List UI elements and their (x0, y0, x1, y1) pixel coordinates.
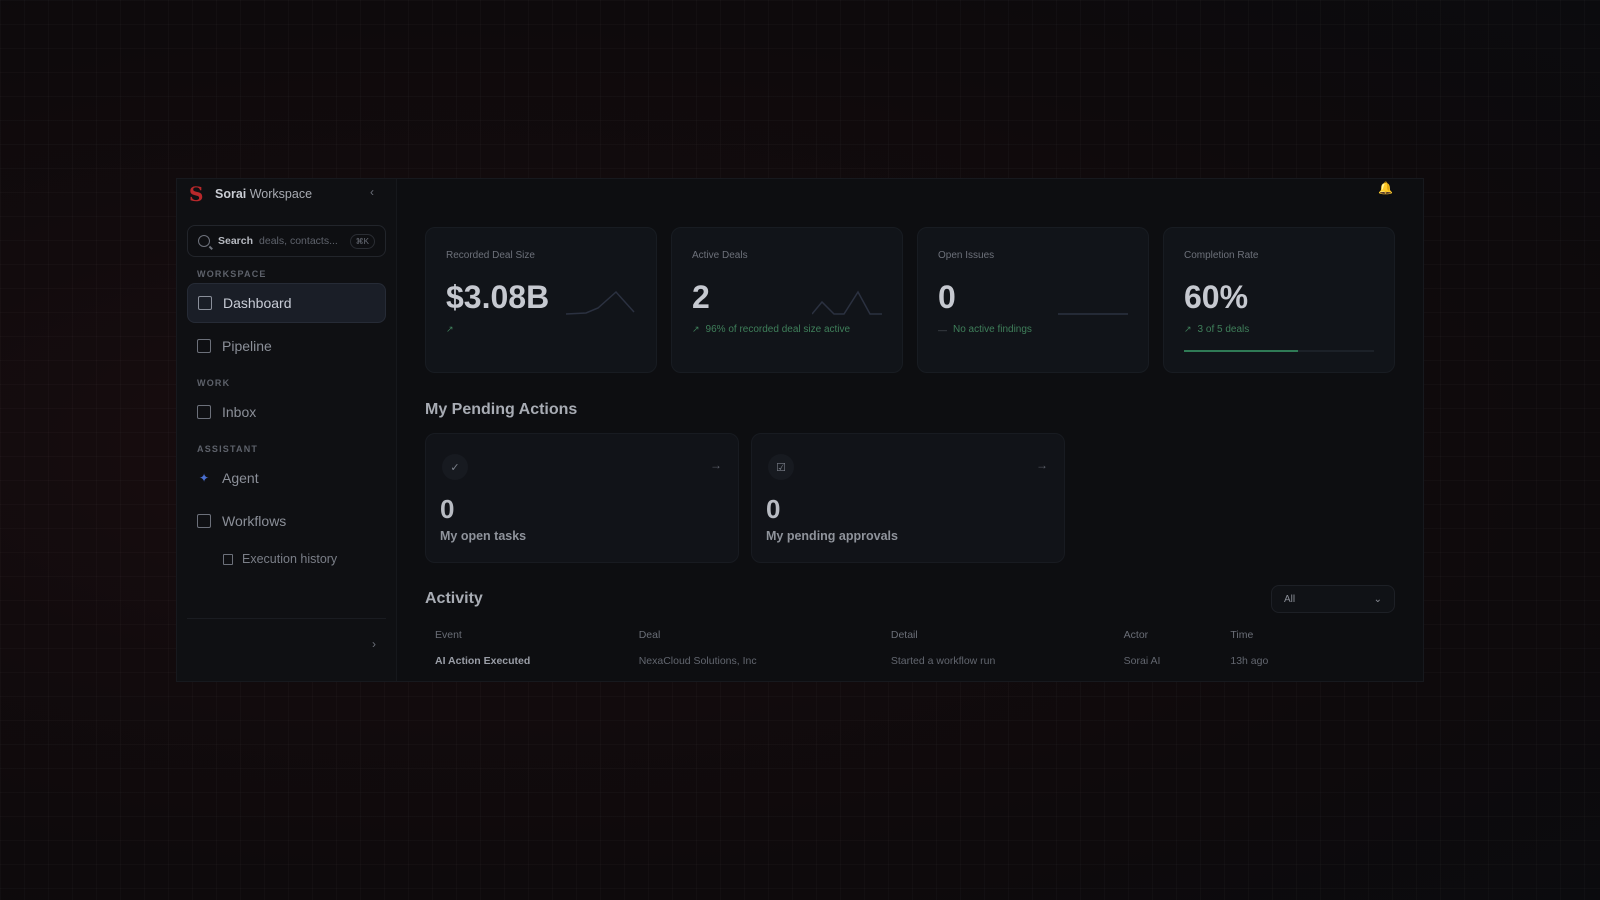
chevron-left-icon[interactable]: ‹ (370, 185, 374, 199)
sparkle-icon: ✦ (198, 471, 210, 485)
sidebar: S Sorai Workspace ‹ Search deals, contac… (177, 179, 397, 681)
briefcase-icon (197, 339, 211, 353)
brand: S Sorai Workspace ‹ (187, 181, 386, 207)
chevron-right-icon[interactable]: › (372, 637, 376, 651)
sidebar-item-agent[interactable]: ✦ Agent (187, 458, 386, 498)
section-label-work: WORK (197, 378, 231, 388)
workspace-name: Sorai Workspace (215, 187, 313, 201)
table-row[interactable]: AI Action Executed NexaCloud Solutions, … (425, 647, 1395, 675)
sparkline-chart (1058, 313, 1128, 315)
column-header[interactable]: Actor (1114, 623, 1221, 647)
app-window: S Sorai Workspace ‹ Search deals, contac… (176, 178, 1424, 682)
trend-up-icon: ↗ (446, 324, 454, 334)
trend-up-icon: ↗ (692, 324, 700, 334)
column-header[interactable]: Time (1220, 623, 1395, 647)
cell-actor: Sorai AI (1123, 655, 1161, 667)
sparkline-chart (566, 290, 635, 315)
activity-filter-select[interactable]: All ⌄ (1271, 585, 1395, 613)
pending-card-approvals[interactable]: ☑ → 0 My pending approvals (751, 433, 1065, 563)
stats-row: Recorded Deal Size $3.08B ↗ Active Deals… (425, 227, 1395, 373)
stat-card-deal-size[interactable]: Recorded Deal Size $3.08B ↗ (425, 227, 657, 373)
search-icon (198, 235, 210, 247)
sidebar-item-pipeline[interactable]: Pipeline (187, 326, 386, 366)
table-header-row: Event Deal Detail Actor Time (425, 623, 1395, 647)
pending-actions: ✓ → 0 My open tasks ☑ → 0 My pending app… (425, 433, 1395, 563)
sidebar-item-workflows[interactable]: Workflows (187, 501, 386, 541)
chevron-down-icon: ⌄ (1373, 593, 1382, 605)
clipboard-check-icon: ☑ (768, 454, 794, 480)
cell-time: 13h ago (1230, 655, 1269, 667)
dash-icon: — (938, 324, 947, 335)
cell-event: AI Action Executed (435, 655, 531, 667)
completion-progress-bar (1184, 350, 1374, 352)
column-header[interactable]: Deal (629, 623, 881, 647)
stat-card-active-deals[interactable]: Active Deals 2 ↗ 96% of recorded deal siz… (671, 227, 903, 373)
cell-detail: Started a workflow run (890, 655, 996, 667)
inbox-icon (197, 405, 211, 419)
column-header[interactable]: Detail (881, 623, 1114, 647)
cell-deal: NexaCloud Solutions, Inc (638, 655, 757, 667)
pending-actions-title: My Pending Actions (425, 401, 578, 418)
sorai-logo-icon: S (189, 182, 204, 206)
section-label-workspace: WORKSPACE (197, 269, 267, 279)
sidebar-item-dashboard[interactable]: Dashboard (187, 283, 386, 323)
stat-card-completion-rate[interactable]: Completion Rate 60% ↗ 3 of 5 deals (1163, 227, 1395, 373)
arrow-right-icon: → (710, 458, 722, 472)
sidebar-divider (187, 618, 386, 619)
grid-icon (198, 296, 212, 310)
trend-up-icon: ↗ (1184, 324, 1192, 334)
shortcut-badge: ⌘K (349, 233, 375, 249)
activity-table: Event Deal Detail Actor Time AI Action E… (425, 623, 1395, 675)
main-content: 🔔 Recorded Deal Size $3.08B ↗ Active Dea… (397, 179, 1423, 681)
sparkline-chart (812, 290, 882, 315)
sidebar-item-execution-history[interactable]: Execution history (187, 544, 386, 574)
bell-icon[interactable]: 🔔 (1378, 181, 1393, 195)
section-label-assistant: ASSISTANT (197, 444, 259, 454)
document-icon (197, 514, 211, 528)
activity-header: Activity All ⌄ (425, 585, 1395, 613)
check-circle-icon: ✓ (442, 454, 468, 480)
sidebar-item-inbox[interactable]: Inbox (187, 392, 386, 432)
search-input[interactable]: Search deals, contacts... ⌘K (187, 225, 386, 257)
pending-card-open-tasks[interactable]: ✓ → 0 My open tasks (425, 433, 739, 563)
history-icon (223, 553, 233, 565)
arrow-right-icon: → (1036, 458, 1048, 472)
activity-title: Activity (425, 590, 483, 607)
column-header[interactable]: Event (425, 623, 629, 647)
stat-card-open-issues[interactable]: Open Issues 0 — No active findings (917, 227, 1149, 373)
